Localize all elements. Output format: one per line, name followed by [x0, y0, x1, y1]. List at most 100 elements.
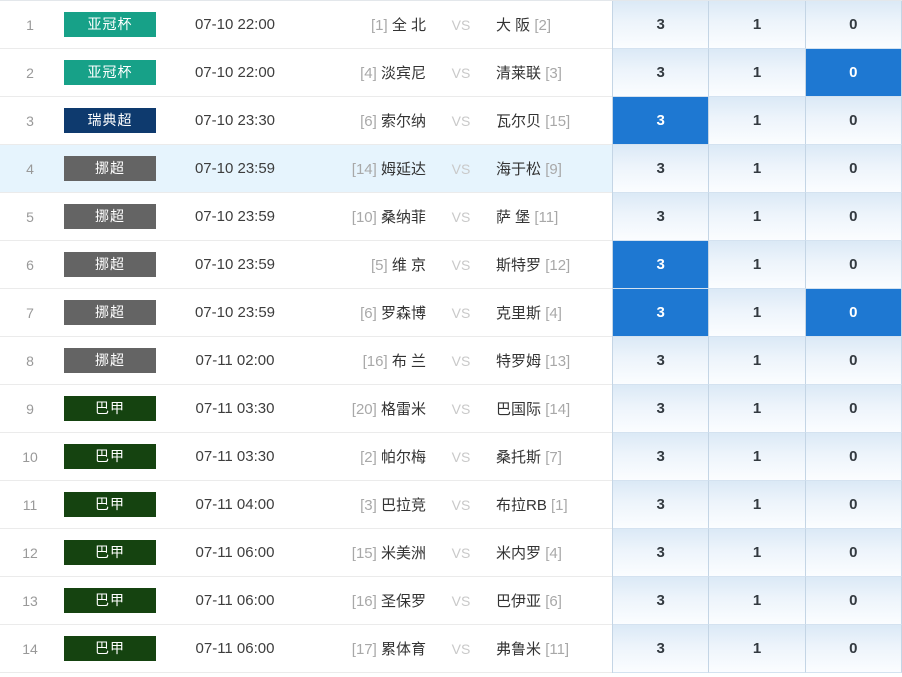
- odds-cell[interactable]: 3: [613, 289, 709, 337]
- odds-cell[interactable]: 3: [613, 481, 709, 529]
- odds-cell[interactable]: 0: [806, 577, 902, 625]
- odds-cell[interactable]: 0: [806, 145, 902, 193]
- away-team: 斯特罗: [496, 257, 541, 274]
- odds-cell[interactable]: 1: [709, 481, 805, 529]
- odds-cell[interactable]: 0: [806, 529, 902, 577]
- league-badge[interactable]: 巴甲: [64, 540, 156, 565]
- match-row[interactable]: 9 巴甲 07-11 03:30 [20] 格雷米 VS 巴国际 [14] 3 …: [0, 385, 902, 433]
- odds-cell[interactable]: 3: [613, 433, 709, 481]
- odds-cell[interactable]: 1: [709, 289, 805, 337]
- home-team: 格雷米: [381, 401, 426, 418]
- match-row[interactable]: 4 挪超 07-10 23:59 [14] 姆延达 VS 海于松 [9] 3 1…: [0, 145, 902, 193]
- away-team-cell: 瓦尔贝 [15]: [490, 110, 612, 131]
- odds-cell[interactable]: 0: [806, 97, 902, 145]
- odds-cell[interactable]: 0: [806, 49, 902, 97]
- odds-cell[interactable]: 3: [613, 625, 709, 673]
- odds-cell[interactable]: 3: [613, 1, 709, 49]
- match-row[interactable]: 12 巴甲 07-11 06:00 [15] 米美洲 VS 米内罗 [4] 3 …: [0, 529, 902, 577]
- away-team: 布拉RB: [496, 497, 547, 514]
- odds-cell[interactable]: 3: [613, 241, 709, 289]
- league-badge[interactable]: 巴甲: [64, 444, 156, 469]
- league-badge[interactable]: 挪超: [64, 204, 156, 229]
- odds-cell[interactable]: 1: [709, 385, 805, 433]
- odds-group: 3 1 0: [612, 145, 902, 193]
- odds-cell[interactable]: 3: [613, 385, 709, 433]
- league-badge-wrap: 亚冠杯: [60, 12, 160, 37]
- match-time: 07-10 23:30: [160, 112, 310, 129]
- league-badge[interactable]: 巴甲: [64, 636, 156, 661]
- odds-cell[interactable]: 0: [806, 337, 902, 385]
- league-badge[interactable]: 挪超: [64, 156, 156, 181]
- match-row[interactable]: 6 挪超 07-10 23:59 [5] 维 京 VS 斯特罗 [12] 3 1…: [0, 241, 902, 289]
- odds-cell[interactable]: 1: [709, 577, 805, 625]
- league-badge[interactable]: 巴甲: [64, 396, 156, 421]
- match-teams: [15] 米美洲 VS 米内罗 [4]: [310, 542, 612, 563]
- league-badge[interactable]: 挪超: [64, 348, 156, 373]
- odds-cell[interactable]: 1: [709, 97, 805, 145]
- away-rank: [9]: [545, 161, 562, 178]
- away-team: 特罗姆: [496, 353, 541, 370]
- odds-cell[interactable]: 1: [709, 1, 805, 49]
- row-number: 4: [0, 161, 60, 177]
- match-row[interactable]: 2 亚冠杯 07-10 22:00 [4] 淡宾尼 VS 清莱联 [3] 3 1…: [0, 49, 902, 97]
- odds-cell[interactable]: 0: [806, 193, 902, 241]
- odds-cell[interactable]: 1: [709, 49, 805, 97]
- home-team: 累体育: [381, 641, 426, 658]
- away-rank: [11]: [534, 209, 558, 226]
- match-row[interactable]: 3 瑞典超 07-10 23:30 [6] 索尔纳 VS 瓦尔贝 [15] 3 …: [0, 97, 902, 145]
- row-number: 11: [0, 497, 60, 513]
- home-rank: [20]: [352, 401, 377, 418]
- odds-cell[interactable]: 0: [806, 289, 902, 337]
- odds-cell[interactable]: 3: [613, 337, 709, 385]
- odds-cell[interactable]: 1: [709, 337, 805, 385]
- match-row[interactable]: 11 巴甲 07-11 04:00 [3] 巴拉竞 VS 布拉RB [1] 3 …: [0, 481, 902, 529]
- vs-label: VS: [432, 545, 490, 561]
- league-badge[interactable]: 巴甲: [64, 492, 156, 517]
- odds-cell[interactable]: 1: [709, 625, 805, 673]
- home-rank: [5]: [371, 257, 388, 274]
- home-team-cell: [10] 桑纳菲: [310, 206, 432, 227]
- odds-cell[interactable]: 1: [709, 529, 805, 577]
- odds-cell[interactable]: 1: [709, 241, 805, 289]
- match-time: 07-11 03:30: [160, 448, 310, 465]
- odds-cell[interactable]: 1: [709, 193, 805, 241]
- match-row[interactable]: 10 巴甲 07-11 03:30 [2] 帕尔梅 VS 桑托斯 [7] 3 1…: [0, 433, 902, 481]
- away-rank: [7]: [545, 449, 562, 466]
- odds-cell[interactable]: 0: [806, 481, 902, 529]
- away-team: 瓦尔贝: [496, 113, 541, 130]
- vs-label: VS: [432, 353, 490, 369]
- league-badge[interactable]: 亚冠杯: [64, 12, 156, 37]
- odds-cell[interactable]: 0: [806, 1, 902, 49]
- match-row[interactable]: 5 挪超 07-10 23:59 [10] 桑纳菲 VS 萨 堡 [11] 3 …: [0, 193, 902, 241]
- odds-cell[interactable]: 3: [613, 97, 709, 145]
- match-row[interactable]: 14 巴甲 07-11 06:00 [17] 累体育 VS 弗鲁米 [11] 3…: [0, 625, 902, 673]
- match-row[interactable]: 1 亚冠杯 07-10 22:00 [1] 全 北 VS 大 阪 [2] 3 1…: [0, 1, 902, 49]
- match-row[interactable]: 8 挪超 07-11 02:00 [16] 布 兰 VS 特罗姆 [13] 3 …: [0, 337, 902, 385]
- league-badge[interactable]: 挪超: [64, 300, 156, 325]
- home-rank: [16]: [363, 353, 388, 370]
- odds-cell[interactable]: 3: [613, 577, 709, 625]
- odds-cell[interactable]: 3: [613, 49, 709, 97]
- odds-cell[interactable]: 0: [806, 625, 902, 673]
- odds-cell[interactable]: 0: [806, 385, 902, 433]
- away-team-cell: 桑托斯 [7]: [490, 446, 612, 467]
- odds-cell[interactable]: 3: [613, 145, 709, 193]
- odds-cell[interactable]: 1: [709, 433, 805, 481]
- league-badge[interactable]: 瑞典超: [64, 108, 156, 133]
- league-badge[interactable]: 挪超: [64, 252, 156, 277]
- league-badge-wrap: 挪超: [60, 204, 160, 229]
- league-badge-wrap: 亚冠杯: [60, 60, 160, 85]
- odds-cell[interactable]: 0: [806, 241, 902, 289]
- match-row[interactable]: 13 巴甲 07-11 06:00 [16] 圣保罗 VS 巴伊亚 [6] 3 …: [0, 577, 902, 625]
- odds-group: 3 1 0: [612, 433, 902, 481]
- match-row-left: 2 亚冠杯 07-10 22:00 [4] 淡宾尼 VS 清莱联 [3]: [0, 49, 612, 97]
- league-badge[interactable]: 巴甲: [64, 588, 156, 613]
- odds-cell[interactable]: 0: [806, 433, 902, 481]
- odds-cell[interactable]: 3: [613, 193, 709, 241]
- home-team: 圣保罗: [381, 593, 426, 610]
- odds-cell[interactable]: 1: [709, 145, 805, 193]
- match-row[interactable]: 7 挪超 07-10 23:59 [6] 罗森博 VS 克里斯 [4] 3 1 …: [0, 289, 902, 337]
- league-badge[interactable]: 亚冠杯: [64, 60, 156, 85]
- odds-cell[interactable]: 3: [613, 529, 709, 577]
- league-badge-wrap: 巴甲: [60, 636, 160, 661]
